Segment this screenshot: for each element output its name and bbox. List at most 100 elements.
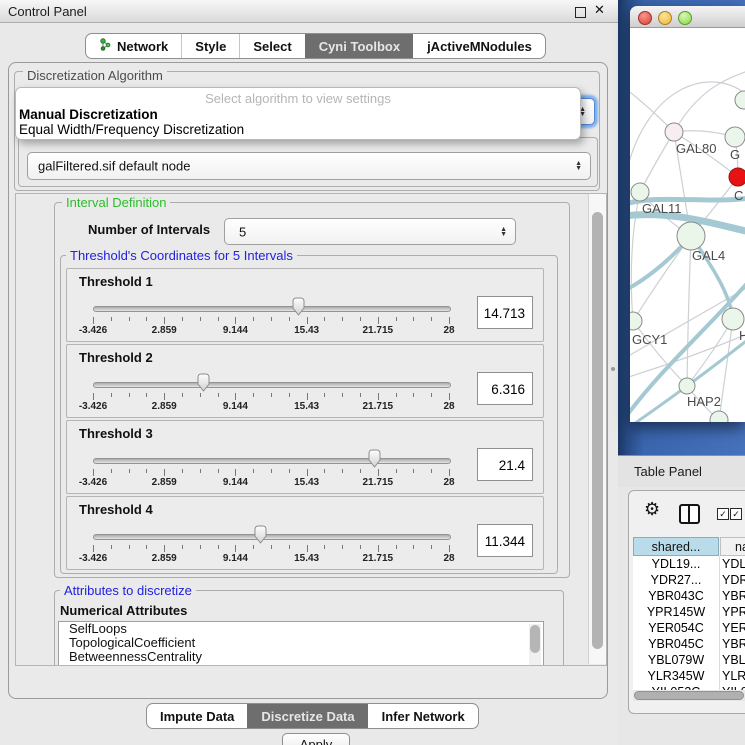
network-node[interactable] — [735, 91, 745, 109]
bottom-tabbar: Impute DataDiscretize DataInfer Network — [146, 703, 479, 729]
table-row[interactable]: YBL079WYBL0 — [633, 652, 745, 668]
tick-label: 28 — [419, 401, 479, 412]
major-tick — [235, 317, 236, 324]
network-node-h[interactable] — [722, 308, 744, 330]
minor-tick — [253, 317, 254, 321]
red-traffic-light-icon[interactable] — [638, 11, 652, 25]
table-hscrollbar-thumb[interactable] — [634, 691, 744, 700]
cell-name: YBL0 — [722, 652, 745, 668]
network-node-gal11[interactable] — [631, 183, 649, 201]
major-tick — [164, 545, 165, 552]
network-view[interactable]: GAL80GCGAL11GAL4GCY1HHAP2 — [630, 28, 745, 422]
table-hscrollbar[interactable] — [633, 690, 745, 701]
unselect-all-icon[interactable]: ✓ — [730, 508, 742, 520]
cell-shared-name: YBR043C — [633, 588, 719, 604]
slider-thumb[interactable] — [367, 449, 382, 474]
dropdown-placeholder: Select algorithm to view settings — [16, 91, 580, 106]
slider-thumb[interactable] — [291, 297, 306, 322]
slider-track[interactable] — [93, 382, 451, 388]
gear-icon[interactable]: ⚙ — [644, 499, 660, 520]
network-node-g[interactable] — [725, 127, 745, 147]
dropdown-option-manual[interactable]: Manual Discretization — [19, 107, 158, 122]
columns-icon[interactable] — [679, 504, 700, 524]
dropdown-option-equal-width[interactable]: Equal Width/Frequency Discretization — [19, 122, 244, 137]
tab-select[interactable]: Select — [239, 34, 304, 58]
minor-tick — [129, 393, 130, 397]
settings-scrollbar-thumb[interactable] — [592, 212, 603, 649]
tab-jactivemnodules[interactable]: jActiveMNodules — [413, 34, 545, 58]
network-node-c[interactable] — [729, 168, 745, 186]
select-all-icon[interactable]: ✓ — [717, 508, 729, 520]
minor-tick — [324, 469, 325, 473]
minor-tick — [289, 545, 290, 549]
minor-tick — [342, 393, 343, 397]
cell-shared-name: YBL079W — [633, 652, 719, 668]
tab-network[interactable]: Network — [86, 34, 181, 58]
slider-track[interactable] — [93, 534, 451, 540]
network-node-gal4[interactable] — [677, 222, 705, 250]
threshold-value-field[interactable]: 14.713 — [477, 296, 533, 329]
tick-label: 15.43 — [277, 477, 337, 488]
thresholds-group-title: Threshold's Coordinates for 5 Intervals — [66, 248, 297, 263]
network-canvas[interactable]: GAL80GCGAL11GAL4GCY1HHAP2 — [630, 28, 745, 422]
tick-label: 9.144 — [205, 401, 265, 412]
network-window-titlebar[interactable] — [630, 6, 745, 28]
minor-tick — [253, 393, 254, 397]
network-node-gal80[interactable] — [665, 123, 683, 141]
column-header-shared[interactable]: shared... — [633, 537, 719, 556]
slider-track[interactable] — [93, 458, 451, 464]
network-node-gcy1[interactable] — [630, 312, 642, 330]
slider-thumb[interactable] — [253, 525, 268, 550]
threshold-value-field[interactable]: 21.4 — [477, 448, 533, 481]
table-row[interactable]: YBR043CYBR0 — [633, 588, 745, 604]
list-scrollbar-thumb[interactable] — [530, 625, 540, 653]
cell-name: YBR0 — [722, 588, 745, 604]
list-item[interactable]: SelfLoops — [59, 622, 543, 636]
green-traffic-light-icon[interactable] — [678, 11, 692, 25]
table-data-combobox[interactable]: galFiltered.sif default node ▲▼ — [27, 152, 591, 180]
number-of-intervals-label: Number of Intervals — [88, 222, 210, 237]
major-tick — [378, 545, 379, 552]
network-node[interactable] — [710, 411, 728, 422]
apply-button[interactable]: Apply — [282, 733, 350, 745]
cell-shared-name: YBR045C — [633, 636, 719, 652]
minor-tick — [146, 317, 147, 321]
float-icon[interactable] — [575, 7, 586, 18]
num-intervals-combobox[interactable]: 5 ▲▼ — [224, 218, 516, 245]
network-icon — [99, 38, 112, 52]
column-header-name[interactable]: na — [720, 537, 745, 556]
slider-track[interactable] — [93, 306, 451, 312]
close-icon[interactable]: ✕ — [594, 2, 605, 18]
minor-tick — [271, 545, 272, 549]
tab-content-panel: Discretization Algorithm ▲▼ Select algor… — [8, 62, 608, 699]
tab-cyni-toolbox[interactable]: Cyni Toolbox — [305, 34, 413, 58]
table-row[interactable]: YBR045CYBR0 — [633, 636, 745, 652]
list-item[interactable]: BetweennessCentrality — [59, 650, 543, 664]
split-divider-handle[interactable] — [611, 367, 615, 371]
table-row[interactable]: YPR145WYPR1 — [633, 604, 745, 620]
tab-style[interactable]: Style — [181, 34, 239, 58]
settings-scrollbar[interactable] — [588, 194, 606, 664]
numerical-attributes-list: SelfLoopsTopologicalCoefficientBetweenne… — [58, 621, 544, 666]
threshold-value-field[interactable]: 6.316 — [477, 372, 533, 405]
table-row[interactable]: YDR27...YDR2 — [633, 572, 745, 588]
table-panel-title: Table Panel — [634, 464, 702, 479]
table-row[interactable]: YER054CYER0 — [633, 620, 745, 636]
yellow-traffic-light-icon[interactable] — [658, 11, 672, 25]
list-scrollbar[interactable] — [529, 624, 541, 666]
node-label: GAL4 — [692, 248, 725, 263]
network-node-hap2[interactable] — [679, 378, 695, 394]
bottom-tab-impute-data[interactable]: Impute Data — [147, 704, 247, 728]
list-item[interactable]: TopologicalCoefficient — [59, 636, 543, 650]
slider-thumb[interactable] — [196, 373, 211, 398]
algorithm-dropdown: Select algorithm to view settings Manual… — [15, 87, 581, 140]
table-row[interactable]: YLR345WYLR3 — [633, 668, 745, 684]
minor-tick — [396, 317, 397, 321]
minor-tick — [271, 393, 272, 397]
bottom-tab-infer-network[interactable]: Infer Network — [368, 704, 478, 728]
major-tick — [378, 393, 379, 400]
minor-tick — [182, 317, 183, 321]
threshold-value-field[interactable]: 11.344 — [477, 524, 533, 557]
bottom-tab-discretize-data[interactable]: Discretize Data — [247, 704, 367, 728]
table-row[interactable]: YDL19...YDL1 — [633, 556, 745, 572]
